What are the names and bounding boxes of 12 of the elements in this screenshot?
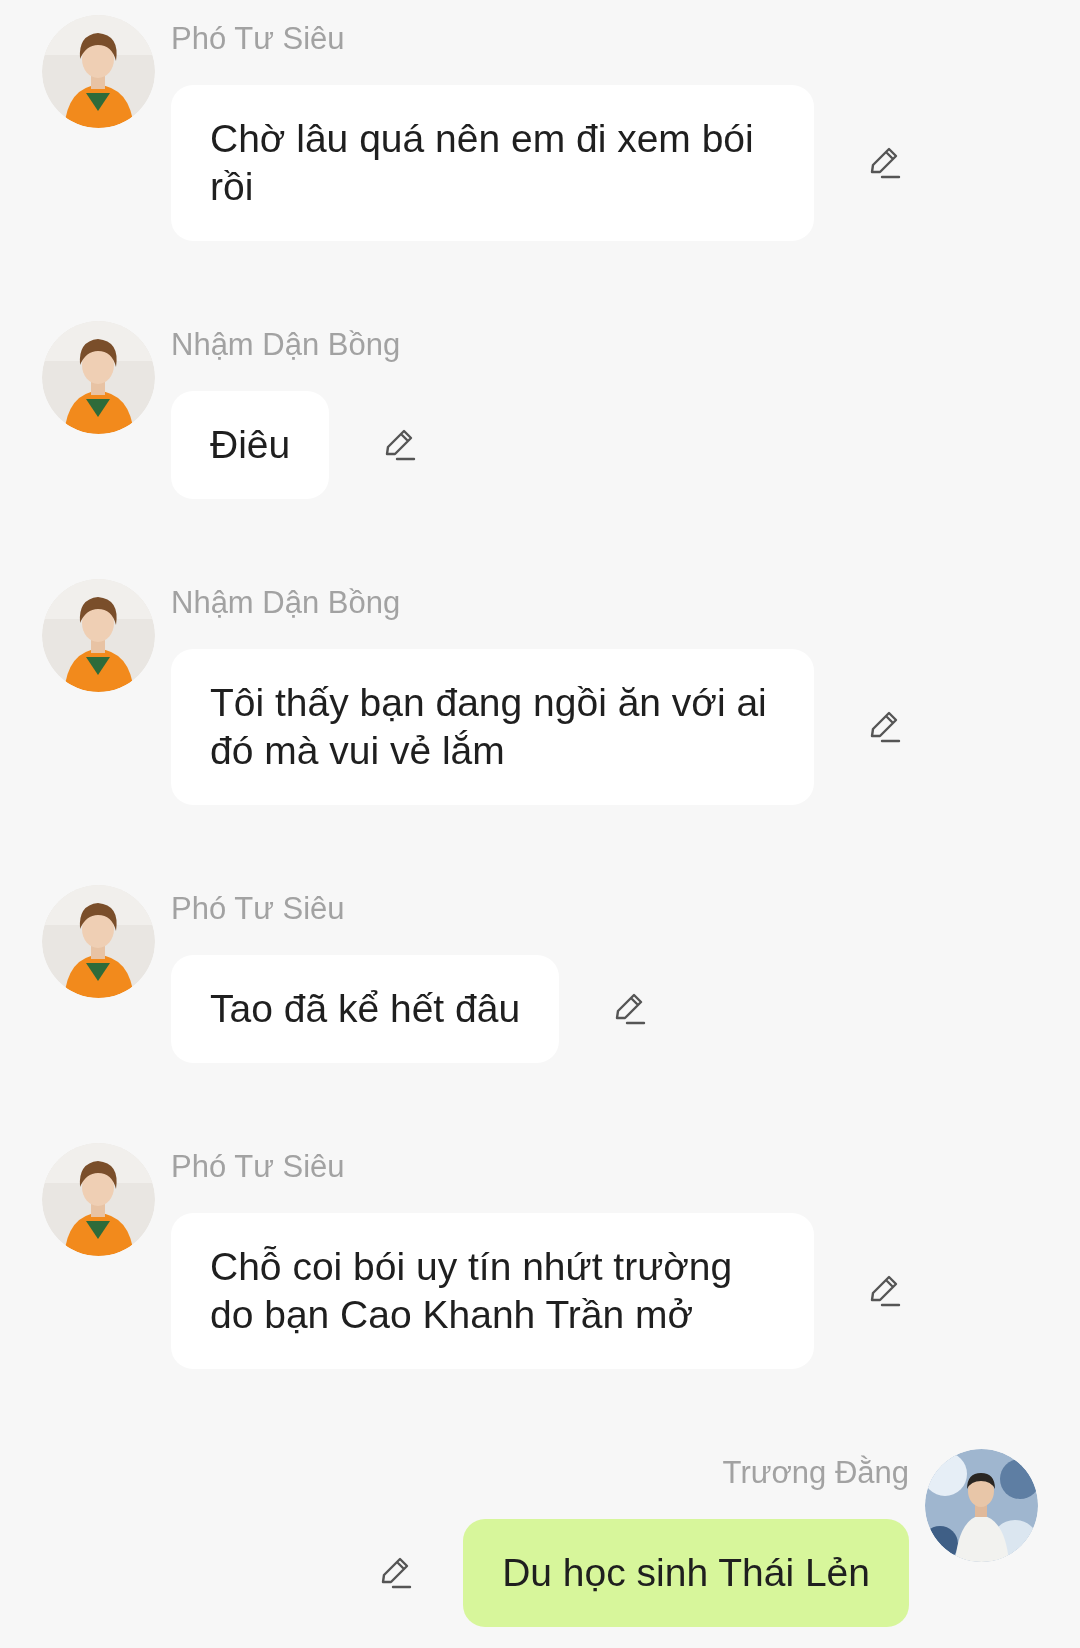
message-bubble: Tôi thấy bạn đang ngồi ăn với ai đó mà vui vẻ lắm — [171, 649, 814, 805]
message-bubble: Chỗ coi bói uy tín nhứt trường do bạn Cao Khanh Trần mở — [171, 1213, 814, 1369]
sender-name: Phó Tư Siêu — [171, 1148, 345, 1186]
sender-name: Phó Tư Siêu — [171, 20, 345, 58]
message-bubble: Tao đã kể hết đâu — [171, 955, 560, 1063]
sender-name: Nhậm Dận Bồng — [171, 584, 401, 622]
message-bubble: Điêu — [171, 391, 330, 499]
message-bubble: Du học sinh Thái Lẻn — [463, 1519, 909, 1627]
sender-name: Nhậm Dận Bồng — [171, 326, 401, 364]
sender-name: Trương Đằng — [722, 1454, 909, 1492]
sender-name: Phó Tư Siêu — [171, 890, 345, 928]
message-bubble: Chờ lâu quá nên em đi xem bói rồi — [171, 85, 814, 241]
